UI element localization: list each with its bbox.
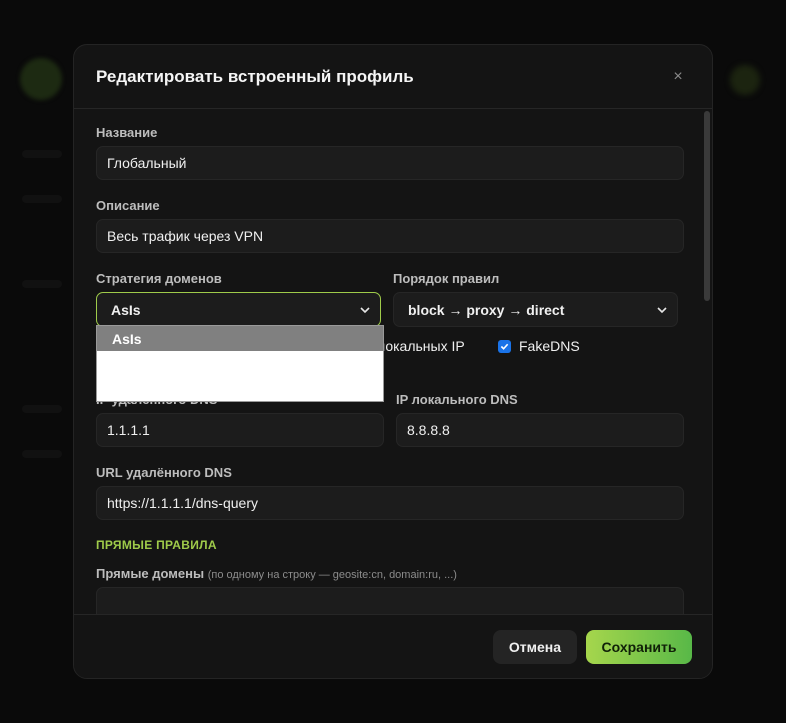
- scrollbar-thumb[interactable]: [704, 111, 710, 301]
- background-nav-line: [22, 195, 62, 203]
- close-icon[interactable]: ×: [666, 65, 690, 89]
- domain-strategy-dropdown: AsIs: [96, 325, 384, 402]
- check-icon: [500, 343, 509, 350]
- direct-domains-hint: (по одному на строку — geosite:cn, domai…: [207, 569, 457, 581]
- dropdown-option-asis[interactable]: AsIs: [97, 326, 383, 351]
- fakedns-checkbox[interactable]: [498, 339, 511, 353]
- remote-dns-url-input[interactable]: https://1.1.1.1/dns-query: [96, 486, 684, 520]
- description-label: Описание: [96, 198, 160, 213]
- local-ip-label: локальных IP: [377, 338, 465, 354]
- local-dns-ip-label: IP локального DNS: [396, 392, 518, 407]
- background-nav-line: [22, 150, 62, 158]
- description-input[interactable]: Весь трафик через VPN: [96, 219, 684, 253]
- background-nav-line: [22, 405, 62, 413]
- dialog-header: Редактировать встроенный профиль ×: [74, 45, 712, 109]
- direct-domains-label: Прямые домены (по одному на строку — geo…: [96, 566, 678, 581]
- chevron-down-icon: [360, 306, 370, 313]
- local-dns-ip-input[interactable]: 8.8.8.8: [396, 413, 684, 447]
- local-ip-check[interactable]: локальных IP: [377, 338, 465, 354]
- save-button[interactable]: Сохранить: [586, 629, 692, 664]
- remote-dns-url-label: URL удалённого DNS: [96, 465, 232, 480]
- direct-domains-title: Прямые домены: [96, 566, 205, 581]
- domain-strategy-value: AsIs: [111, 301, 141, 318]
- dialog-title: Редактировать встроенный профиль: [96, 66, 414, 86]
- domain-strategy-select[interactable]: AsIs: [96, 292, 381, 327]
- direct-rules-heading: ПРЯМЫЕ ПРАВИЛА: [96, 538, 217, 552]
- cancel-button[interactable]: Отмена: [493, 629, 577, 664]
- dialog-scrollbar[interactable]: [704, 109, 710, 616]
- chevron-down-icon: [657, 306, 667, 313]
- direct-domains-textarea[interactable]: [96, 587, 684, 616]
- fakedns-check[interactable]: FakeDNS: [498, 338, 580, 354]
- background-nav-line: [22, 280, 62, 288]
- dialog-footer: Отмена Сохранить: [74, 614, 712, 678]
- rule-order-value: block → proxy → direct: [408, 301, 565, 318]
- name-label: Название: [96, 125, 158, 140]
- rule-order-label: Порядок правил: [393, 271, 500, 286]
- remote-dns-ip-input[interactable]: 1.1.1.1: [96, 413, 384, 447]
- name-input[interactable]: Глобальный: [96, 146, 684, 180]
- fakedns-label: FakeDNS: [519, 338, 580, 354]
- background-logo: [20, 58, 62, 100]
- background-avatar: [730, 65, 760, 95]
- domain-strategy-label: Стратегия доменов: [96, 271, 222, 286]
- rule-order-select[interactable]: block → proxy → direct: [393, 292, 678, 327]
- background-nav-line: [22, 450, 62, 458]
